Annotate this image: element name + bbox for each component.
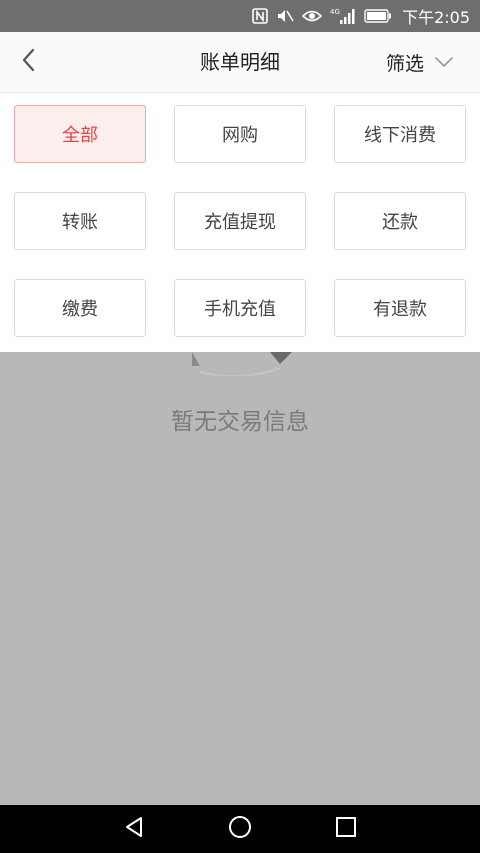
filter-button[interactable]: 筛选 <box>386 32 454 92</box>
nav-recents-button[interactable] <box>326 813 366 845</box>
nav-home-button[interactable] <box>220 813 260 845</box>
signal-icon: 4G <box>330 6 356 26</box>
nav-back-button[interactable] <box>114 813 154 845</box>
status-bar: 4G 下午2:05 <box>0 0 480 32</box>
filter-option-repayment[interactable]: 还款 <box>334 192 466 250</box>
filter-label: 筛选 <box>385 52 424 75</box>
filter-panel: 全部 网购 线下消费 转账 充值提现 还款 缴费 手机充值 有退款 <box>0 93 480 352</box>
chevron-left-icon <box>21 48 35 76</box>
eye-icon <box>302 6 323 26</box>
empty-state-message: 暂无交易信息 <box>171 409 309 435</box>
nfc-icon <box>252 6 268 26</box>
filter-option-online-shopping[interactable]: 网购 <box>174 105 306 163</box>
back-triangle-icon <box>123 816 145 842</box>
battery-icon <box>364 6 392 26</box>
back-button[interactable] <box>10 44 46 80</box>
filter-option-topup-withdraw[interactable]: 充值提现 <box>174 192 306 250</box>
filter-option-offline-spending[interactable]: 线下消费 <box>334 105 466 163</box>
network-label: 4G <box>330 8 340 16</box>
mute-icon <box>276 6 294 26</box>
navigation-bar <box>0 805 480 853</box>
filter-option-transfer[interactable]: 转账 <box>14 192 146 250</box>
filter-option-bill-payment[interactable]: 缴费 <box>14 279 146 337</box>
header: 账单明细 筛选 <box>0 32 480 93</box>
filter-option-phone-topup[interactable]: 手机充值 <box>174 279 306 337</box>
filter-option-refund[interactable]: 有退款 <box>334 279 466 337</box>
empty-state-icon <box>180 342 300 378</box>
filter-option-all[interactable]: 全部 <box>14 105 146 163</box>
recents-square-icon <box>335 816 357 842</box>
status-icons: 4G 下午2:05 <box>252 0 470 32</box>
chevron-down-icon <box>434 53 454 72</box>
home-circle-icon <box>228 815 252 843</box>
status-time: 下午2:05 <box>402 8 470 27</box>
